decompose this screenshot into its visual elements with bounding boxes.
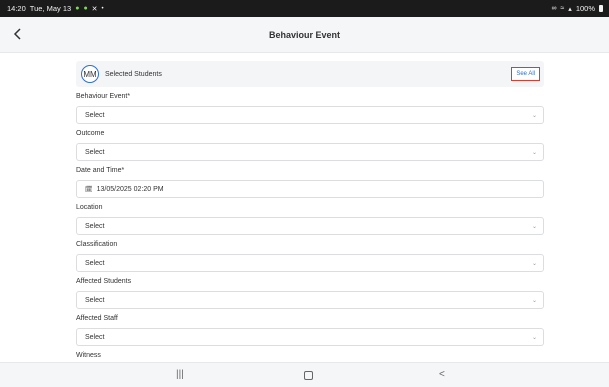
chevron-down-icon: ⌄ xyxy=(531,260,537,267)
back-button[interactable] xyxy=(10,26,26,42)
outcome-label: Outcome xyxy=(76,130,105,137)
android-icon: ● xyxy=(83,5,88,12)
battery-text: 100% xyxy=(575,4,595,13)
outcome-value: Select xyxy=(85,148,105,156)
behaviour-event-label: Behaviour Event* xyxy=(76,93,131,100)
affected-students-select[interactable]: Select ⌄ xyxy=(76,291,544,309)
battery-icon xyxy=(599,5,603,12)
affected-staff-label: Affected Staff xyxy=(76,315,118,322)
location-select[interactable]: Select ⌄ xyxy=(76,217,544,235)
location-label: Location xyxy=(76,204,103,211)
affected-staff-select[interactable]: Select ⌄ xyxy=(76,328,544,346)
behaviour-form: MM Selected Students See All Behaviour E… xyxy=(76,61,544,375)
status-bar: 14:20 Tue, May 13 ● ● ✕ • ∞ ≈ ▴ 100% xyxy=(0,0,609,17)
chevron-down-icon: ⌄ xyxy=(531,223,537,230)
chevron-down-icon: ⌄ xyxy=(531,297,537,304)
see-all-button[interactable]: See All xyxy=(511,67,540,81)
behaviour-event-value: Select xyxy=(85,111,105,119)
location-value: Select xyxy=(85,222,105,230)
home-button[interactable] xyxy=(304,371,313,380)
selected-students-row: MM Selected Students See All xyxy=(76,61,544,87)
chevron-down-icon: ⌄ xyxy=(531,112,537,119)
date-time-label: Date and Time* xyxy=(76,167,125,174)
tools-icon: ✕ xyxy=(91,5,98,13)
selected-students-label: Selected Students xyxy=(105,70,162,78)
behaviour-event-select[interactable]: Select ⌄ xyxy=(76,106,544,124)
signal-icon: ▴ xyxy=(568,5,572,13)
page-title: Behaviour Event xyxy=(268,29,341,40)
classification-label: Classification xyxy=(76,241,118,248)
avatar: MM xyxy=(81,65,99,83)
recent-apps-button[interactable]: ||| xyxy=(176,369,184,380)
affected-students-label: Affected Students xyxy=(76,278,132,285)
classification-select[interactable]: Select ⌄ xyxy=(76,254,544,272)
outcome-select[interactable]: Select ⌄ xyxy=(76,143,544,161)
dot-icon: • xyxy=(101,5,104,12)
calendar-icon: 🗓 xyxy=(85,186,93,193)
vibrate-icon: ∞ xyxy=(551,5,557,12)
date-time-field[interactable]: 🗓 13/05/2025 02:20 PM xyxy=(76,180,544,198)
affected-students-value: Select xyxy=(85,296,105,304)
date-time-value: 13/05/2025 02:20 PM xyxy=(96,185,164,193)
witness-label: Witness xyxy=(76,352,101,359)
android-icon: ● xyxy=(75,5,80,12)
chevron-left-icon xyxy=(13,28,21,40)
status-date: Tue, May 13 xyxy=(29,4,72,13)
nav-back-button[interactable]: < xyxy=(439,369,445,380)
chevron-down-icon: ⌄ xyxy=(531,334,537,341)
classification-value: Select xyxy=(85,259,105,267)
affected-staff-value: Select xyxy=(85,333,105,341)
app-header: Behaviour Event xyxy=(0,17,609,53)
chevron-down-icon: ⌄ xyxy=(531,149,537,156)
status-time: 14:20 xyxy=(7,4,26,13)
wifi-icon: ≈ xyxy=(560,5,565,12)
navigation-bar: ||| < xyxy=(0,362,609,387)
